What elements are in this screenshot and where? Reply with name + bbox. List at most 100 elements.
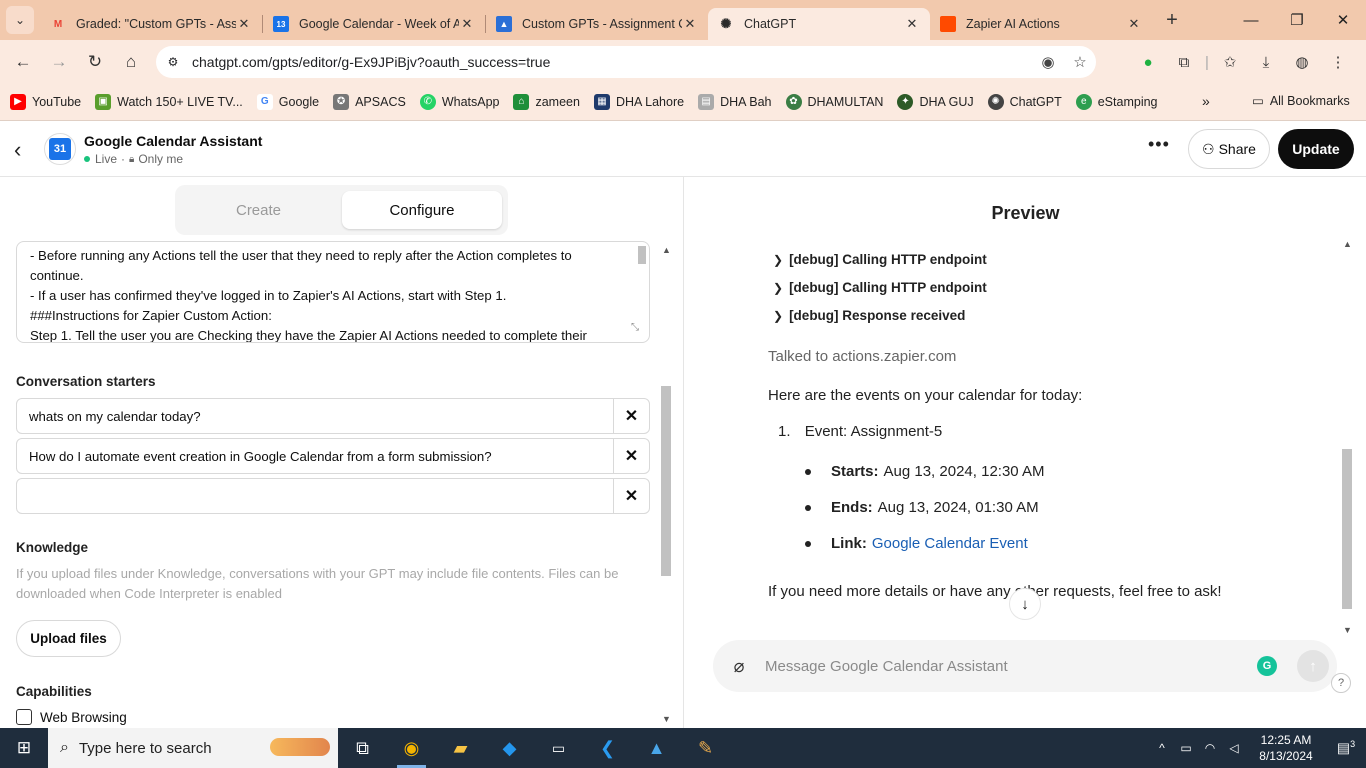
tab-search-button[interactable]: ⌄ (6, 6, 34, 34)
talked-to-status[interactable]: Talked to actions.zapier.com (768, 348, 956, 365)
restore-icon[interactable]: ❐ (1274, 0, 1320, 40)
resize-handle-icon[interactable]: ⤡ (631, 318, 639, 338)
preview-scrollbar[interactable]: ▲ ▼ (1340, 237, 1354, 637)
bookmark-apsacs[interactable]: ✪ APSACS (333, 94, 406, 110)
send-arrow-button[interactable]: ↑ (1297, 650, 1329, 682)
scroll-down-icon[interactable]: ▼ (662, 714, 671, 724)
close-window-icon[interactable]: ✕ (1320, 0, 1366, 40)
new-tab-button[interactable]: + (1158, 9, 1186, 32)
checkbox[interactable] (16, 709, 32, 725)
scrollbar-thumb[interactable] (661, 386, 671, 576)
back-chevron-icon[interactable]: ‹ (14, 137, 21, 163)
more-options-icon[interactable]: ••• (1148, 134, 1170, 155)
bookmark-star-icon[interactable]: ☆ (1064, 53, 1096, 71)
bookmark-chatgpt[interactable]: ✺ ChatGPT (987, 94, 1062, 110)
site-info-icon[interactable]: ⚙ (164, 53, 182, 71)
help-question-icon[interactable]: ? (1331, 673, 1351, 693)
bookmark-dhamultan[interactable]: ✿ DHAMULTAN (785, 94, 883, 110)
url-text[interactable]: chatgpt.com/gpts/editor/g-Ex9JPiBjv?oaut… (192, 54, 1032, 70)
bookmark-dha-lahore[interactable]: ▦ DHA Lahore (593, 94, 684, 110)
debug-line[interactable]: ❯ [debug] Calling HTTP endpoint (773, 280, 987, 295)
left-scrollbar[interactable]: ▲ ▼ (659, 241, 673, 728)
bookmark-live-tv[interactable]: ▣ Watch 150+ LIVE TV... (95, 94, 243, 110)
bookmark-google[interactable]: G Google (256, 94, 319, 110)
back-arrow-icon[interactable]: ← (6, 45, 40, 79)
remove-starter-icon[interactable]: ✕ (613, 399, 649, 433)
minimize-icon[interactable]: — (1228, 0, 1274, 40)
share-button[interactable]: ⚇ Share (1188, 129, 1270, 169)
paint-icon[interactable]: ▲ (632, 728, 681, 768)
bookmark-dha-guj[interactable]: ✦ DHA GUJ (897, 94, 974, 110)
grammarly-icon[interactable]: G (1257, 656, 1277, 676)
task-view-icon[interactable]: ⧉ (338, 728, 387, 768)
scrollbar-thumb[interactable] (1342, 449, 1352, 609)
remove-starter-icon[interactable]: ✕ (613, 439, 649, 473)
profile-avatar[interactable]: ◍ (1284, 53, 1320, 71)
bookmark-youtube[interactable]: ▶ YouTube (10, 94, 81, 110)
bookmark-estamping[interactable]: e eStamping (1075, 94, 1158, 110)
terminal-icon[interactable]: ▭ (534, 728, 583, 768)
starter-text[interactable]: whats on my calendar today? (17, 409, 613, 424)
remove-starter-icon[interactable]: ✕ (613, 479, 649, 513)
home-icon[interactable]: ⌂ (114, 45, 148, 79)
scroll-to-bottom-button[interactable]: ↓ (1009, 588, 1041, 620)
browser-tab-zapier[interactable]: Zapier AI Actions ✕ (930, 8, 1152, 40)
reload-icon[interactable]: ↻ (78, 45, 112, 79)
browser-tab-chatgpt[interactable]: ✺ ChatGPT ✕ (708, 8, 930, 40)
extensions-puzzle-icon[interactable]: ⧉ (1166, 54, 1202, 71)
volume-icon[interactable]: ◁ (1222, 741, 1246, 755)
browser-tab-calendar[interactable]: 13 Google Calendar - Week of A ✕ (263, 8, 485, 40)
conversation-starter[interactable]: How do I automate event creation in Goog… (16, 438, 650, 474)
taskbar-search[interactable]: ⌕ Type here to search (48, 728, 338, 768)
bookmark-dha-bah[interactable]: ▤ DHA Bah (698, 94, 772, 110)
reading-list-icon[interactable]: ✩ (1212, 53, 1248, 71)
paint-palette-icon[interactable]: ✎ (681, 728, 730, 768)
close-tab-icon[interactable]: ✕ (459, 16, 475, 32)
extension-green-icon[interactable]: ● (1130, 54, 1166, 71)
tab-configure[interactable]: Configure (342, 191, 502, 229)
scroll-up-icon[interactable]: ▲ (1343, 239, 1352, 249)
calendar-event-link[interactable]: Google Calendar Event (872, 535, 1028, 552)
download-icon[interactable]: ⤓ (1248, 54, 1284, 71)
close-tab-icon[interactable]: ✕ (682, 16, 698, 32)
battery-icon[interactable]: ▭ (1174, 741, 1198, 755)
scroll-up-icon[interactable]: ▲ (662, 245, 671, 255)
windows-start-icon[interactable]: ⊞ (0, 728, 48, 768)
all-bookmarks[interactable]: ▭ All Bookmarks (1252, 93, 1350, 109)
close-tab-icon[interactable]: ✕ (904, 16, 920, 32)
debug-line[interactable]: ❯ [debug] Response received (773, 308, 965, 323)
eye-icon[interactable]: ◉ (1032, 53, 1064, 71)
file-explorer-icon[interactable]: ▰ (436, 728, 485, 768)
browser-tab-gmail[interactable]: M Graded: "Custom GPTs - Ass ✕ (40, 8, 262, 40)
kebab-menu-icon[interactable]: ⋮ (1320, 53, 1356, 71)
close-tab-icon[interactable]: ✕ (236, 16, 252, 32)
debug-line[interactable]: ❯ [debug] Calling HTTP endpoint (773, 252, 987, 267)
bookmark-zameen[interactable]: ⌂ zameen (513, 94, 580, 110)
conversation-starter[interactable]: whats on my calendar today? ✕ (16, 398, 650, 434)
system-clock[interactable]: 12:25 AM 8/13/2024 (1246, 732, 1326, 764)
conversation-starter-empty[interactable]: ✕ (16, 478, 650, 514)
attach-paperclip-icon[interactable]: ⌀ (713, 656, 765, 677)
search-icon: ⌕ (60, 739, 69, 756)
wifi-icon[interactable]: ◠ (1198, 741, 1222, 755)
update-button[interactable]: Update (1278, 129, 1354, 169)
message-input[interactable]: Message Google Calendar Assistant (765, 658, 1257, 675)
capability-web-browsing[interactable]: Web Browsing (16, 709, 127, 725)
tab-create[interactable]: Create (175, 191, 342, 229)
omnibox[interactable]: ⚙ chatgpt.com/gpts/editor/g-Ex9JPiBjv?oa… (156, 46, 1096, 78)
browser-tab-classroom[interactable]: ▲ Custom GPTs - Assignment C ✕ (486, 8, 708, 40)
chrome-icon[interactable]: ◉ (387, 728, 436, 768)
textarea-scrollbar-thumb[interactable] (638, 246, 646, 264)
chevron-right-icon[interactable]: » (1202, 93, 1210, 109)
notifications-icon[interactable]: ▤3 (1326, 739, 1366, 757)
starter-text[interactable]: How do I automate event creation in Goog… (17, 449, 613, 464)
bookmark-whatsapp[interactable]: ✆ WhatsApp (419, 94, 499, 110)
forward-arrow-icon[interactable]: → (42, 45, 76, 79)
chevron-up-icon[interactable]: ^ (1150, 741, 1174, 755)
docker-icon[interactable]: ◆ (485, 728, 534, 768)
upload-files-button[interactable]: Upload files (16, 620, 121, 657)
vscode-icon[interactable]: ❮ (583, 728, 632, 768)
close-tab-icon[interactable]: ✕ (1126, 16, 1142, 32)
scroll-down-icon[interactable]: ▼ (1343, 625, 1352, 635)
instructions-textarea[interactable]: - Before running any Actions tell the us… (16, 241, 650, 343)
